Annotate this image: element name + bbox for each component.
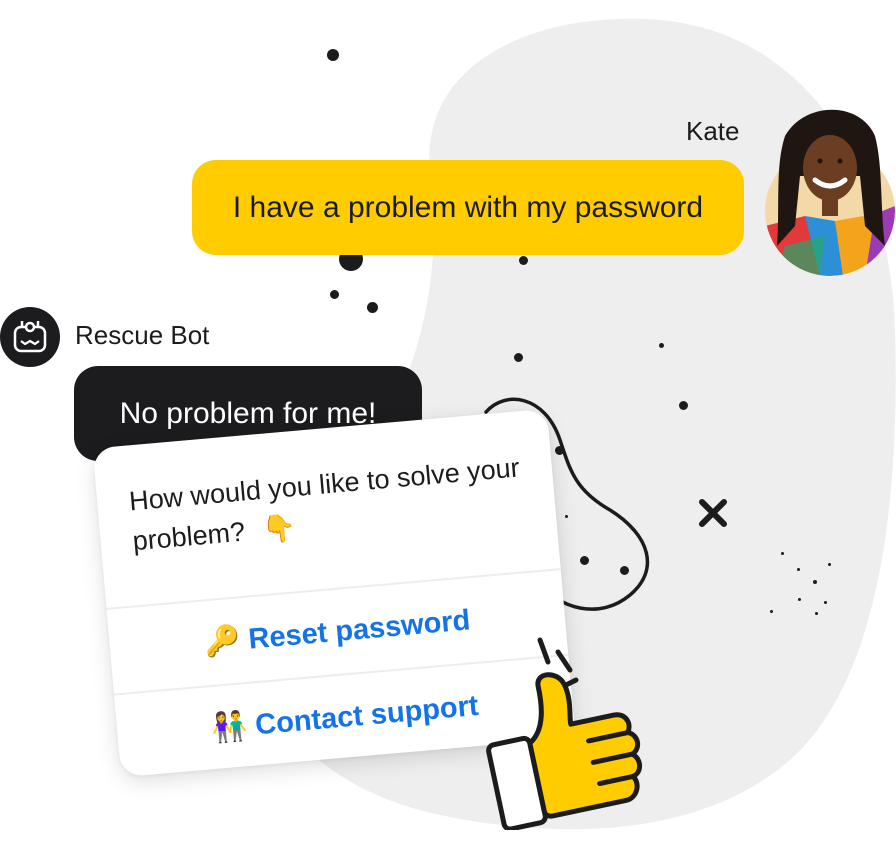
confetti-dot	[367, 302, 378, 313]
confetti-dot	[798, 598, 801, 601]
two-people-icon: 👫	[209, 710, 249, 746]
reset-password-label: Reset password	[247, 603, 472, 656]
confetti-dot	[824, 601, 827, 604]
confetti-dot	[620, 566, 629, 575]
key-icon: 🔑	[203, 624, 243, 660]
confetti-dot	[797, 568, 800, 571]
confetti-dot	[813, 580, 817, 584]
confetti-dot	[514, 353, 523, 362]
user-message-bubble: I have a problem with my password	[192, 160, 744, 255]
confetti-dot	[519, 256, 528, 265]
confetti-dot	[679, 401, 688, 410]
confetti-dot	[815, 612, 818, 615]
confetti-dot	[565, 515, 568, 518]
confetti-dot	[330, 290, 339, 299]
thumbs-up-icon	[486, 637, 643, 830]
contact-support-label: Contact support	[253, 689, 480, 741]
bot-name: Rescue Bot	[75, 320, 210, 350]
confetti-dot	[580, 556, 589, 565]
user-name: Kate	[686, 116, 740, 146]
card-question: How would you like to solve your problem…	[127, 452, 521, 557]
confetti-dot	[659, 343, 664, 348]
bot-avatar	[0, 307, 60, 367]
cross-icon	[699, 499, 727, 527]
confetti-dot	[781, 552, 784, 555]
confetti-dot	[828, 563, 831, 566]
chat-illustration: Kate I have a problem with my password R…	[0, 0, 896, 853]
user-avatar	[765, 106, 895, 276]
pointing-down-icon: 👇	[261, 512, 298, 545]
confetti-dot	[327, 49, 339, 61]
confetti-dot	[770, 610, 773, 613]
confetti-dot	[555, 446, 564, 455]
robot-icon	[13, 321, 47, 353]
